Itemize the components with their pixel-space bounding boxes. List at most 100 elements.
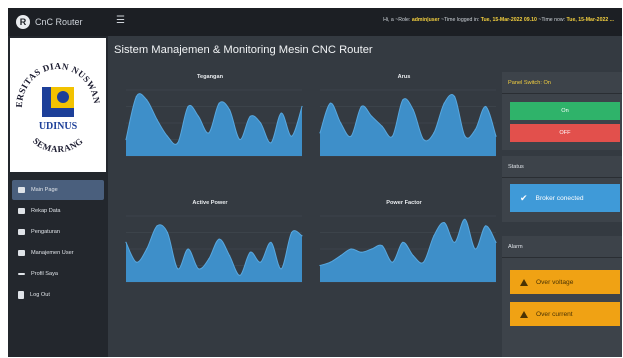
data-point — [197, 115, 200, 117]
chart-canvas — [125, 89, 303, 157]
data-point — [485, 225, 487, 227]
sidebar-item-pengaturan[interactable]: Pengaturan — [12, 222, 104, 242]
app-window: R CnC Router ☰ Hi, a ~Role: admin|user ~… — [8, 8, 622, 357]
data-point — [218, 238, 220, 240]
data-point — [239, 274, 241, 276]
data-point — [156, 225, 158, 227]
data-point — [177, 142, 179, 144]
data-point — [146, 248, 148, 250]
broker-status-text: Broker conected — [535, 194, 584, 202]
panel-alarm-title: Alarm — [502, 236, 622, 258]
router-logo-icon: R — [16, 15, 30, 29]
data-point — [381, 245, 383, 247]
data-point — [228, 255, 231, 257]
data-point — [360, 251, 363, 253]
check-icon: ✔ — [520, 192, 528, 203]
panel-status-title: Status — [502, 156, 622, 178]
menu-toggle-icon[interactable]: ☰ — [116, 16, 125, 26]
data-point — [371, 248, 373, 250]
svg-text:SEMARANG: SEMARANG — [31, 136, 85, 154]
data-point — [350, 135, 352, 137]
data-point — [340, 122, 342, 124]
data-point — [166, 135, 169, 137]
chart-title: Power Factor — [386, 200, 422, 206]
sidebar-item-manajemen-user[interactable]: Manajemen User — [12, 243, 104, 263]
data-point — [239, 138, 241, 141]
sidebar-item-label: Profil Saya — [31, 271, 59, 277]
data-point — [249, 115, 251, 117]
data-point — [340, 255, 342, 257]
area-series — [320, 219, 496, 282]
data-point — [412, 255, 414, 257]
login-time: Tue, 15-Mar-2022 09.10 — [480, 17, 537, 23]
data-point — [495, 135, 497, 137]
sidebar-item-log-out[interactable]: Log Out — [12, 285, 104, 305]
data-point — [443, 102, 445, 104]
data-point — [329, 261, 331, 263]
greeting-text: Hi, a ~Role: — [383, 17, 412, 23]
top-bar: R CnC Router ☰ Hi, a ~Role: admin|user ~… — [8, 8, 622, 36]
data-point — [474, 129, 476, 131]
data-point — [280, 268, 282, 270]
logo-center-text: UDINUS — [39, 121, 78, 132]
data-point — [412, 109, 414, 111]
panel-switch-title: Panel Switch: On — [502, 72, 622, 94]
udinus-seal-icon: UNIVERSITAS DIAN NUSWANTORO UDINUS SEMAR… — [12, 41, 101, 154]
data-point — [177, 268, 179, 270]
data-point — [391, 261, 394, 263]
data-point — [301, 105, 303, 108]
table-icon — [18, 208, 25, 214]
profile-icon — [18, 273, 25, 275]
data-point — [218, 102, 220, 104]
data-point — [187, 248, 189, 250]
data-point — [228, 109, 231, 111]
sidebar-item-profil-saya[interactable]: Profil Saya — [12, 264, 104, 284]
chart-title: Arus — [397, 74, 411, 80]
data-point — [319, 132, 321, 134]
sidebar-item-main-page[interactable]: Main Page — [12, 180, 104, 200]
logout-icon — [18, 291, 24, 299]
chart-canvas — [125, 215, 303, 283]
data-point — [291, 135, 293, 137]
alarm-text: Over current — [536, 310, 573, 318]
login-label: ~Time logged in: — [439, 17, 481, 23]
data-point — [280, 112, 282, 114]
brand[interactable]: R CnC Router — [8, 8, 108, 36]
panel-alarm: Alarm Over voltage Over current — [502, 236, 622, 357]
data-point — [270, 241, 272, 243]
data-point — [464, 218, 466, 220]
sidebar-nav: Main Page Rekap Data Pengaturan Manajeme… — [8, 180, 108, 306]
sidebar: UNIVERSITAS DIAN NUSWANTORO UDINUS SEMAR… — [8, 36, 108, 357]
data-point — [391, 135, 394, 137]
data-point — [187, 105, 189, 108]
data-point — [135, 261, 137, 263]
alarm-text: Over voltage — [536, 278, 574, 286]
on-button[interactable]: On — [510, 102, 620, 120]
udinus-logo: UNIVERSITAS DIAN NUSWANTORO UDINUS SEMAR… — [10, 38, 106, 172]
data-point — [350, 248, 352, 250]
data-point — [291, 231, 293, 234]
sidebar-item-rekap-data[interactable]: Rekap Data — [12, 201, 104, 221]
sidebar-item-label: Log Out — [30, 292, 50, 298]
data-point — [146, 99, 148, 101]
data-point — [433, 132, 435, 134]
alarm-over-current: Over current — [510, 302, 620, 326]
sidebar-item-label: Pengaturan — [31, 229, 60, 235]
panel-switch: Panel Switch: On On OFF — [502, 72, 622, 150]
chart-title: Tegangan — [196, 74, 223, 80]
data-point — [319, 264, 321, 267]
data-point — [422, 138, 425, 141]
area-series — [320, 94, 496, 156]
chart-title: Active Power — [192, 200, 228, 206]
data-point — [422, 261, 425, 263]
sidebar-item-label: Main Page — [31, 187, 58, 193]
off-button[interactable]: OFF — [510, 124, 620, 142]
data-point — [208, 258, 210, 260]
data-point — [249, 251, 251, 253]
data-point — [259, 122, 262, 124]
warning-icon — [520, 310, 528, 318]
data-point — [453, 96, 456, 98]
data-point — [197, 268, 200, 270]
now-label: ~Time now: — [536, 17, 567, 23]
user-session-info: Hi, a ~Role: admin|user ~Time logged in:… — [383, 17, 614, 23]
